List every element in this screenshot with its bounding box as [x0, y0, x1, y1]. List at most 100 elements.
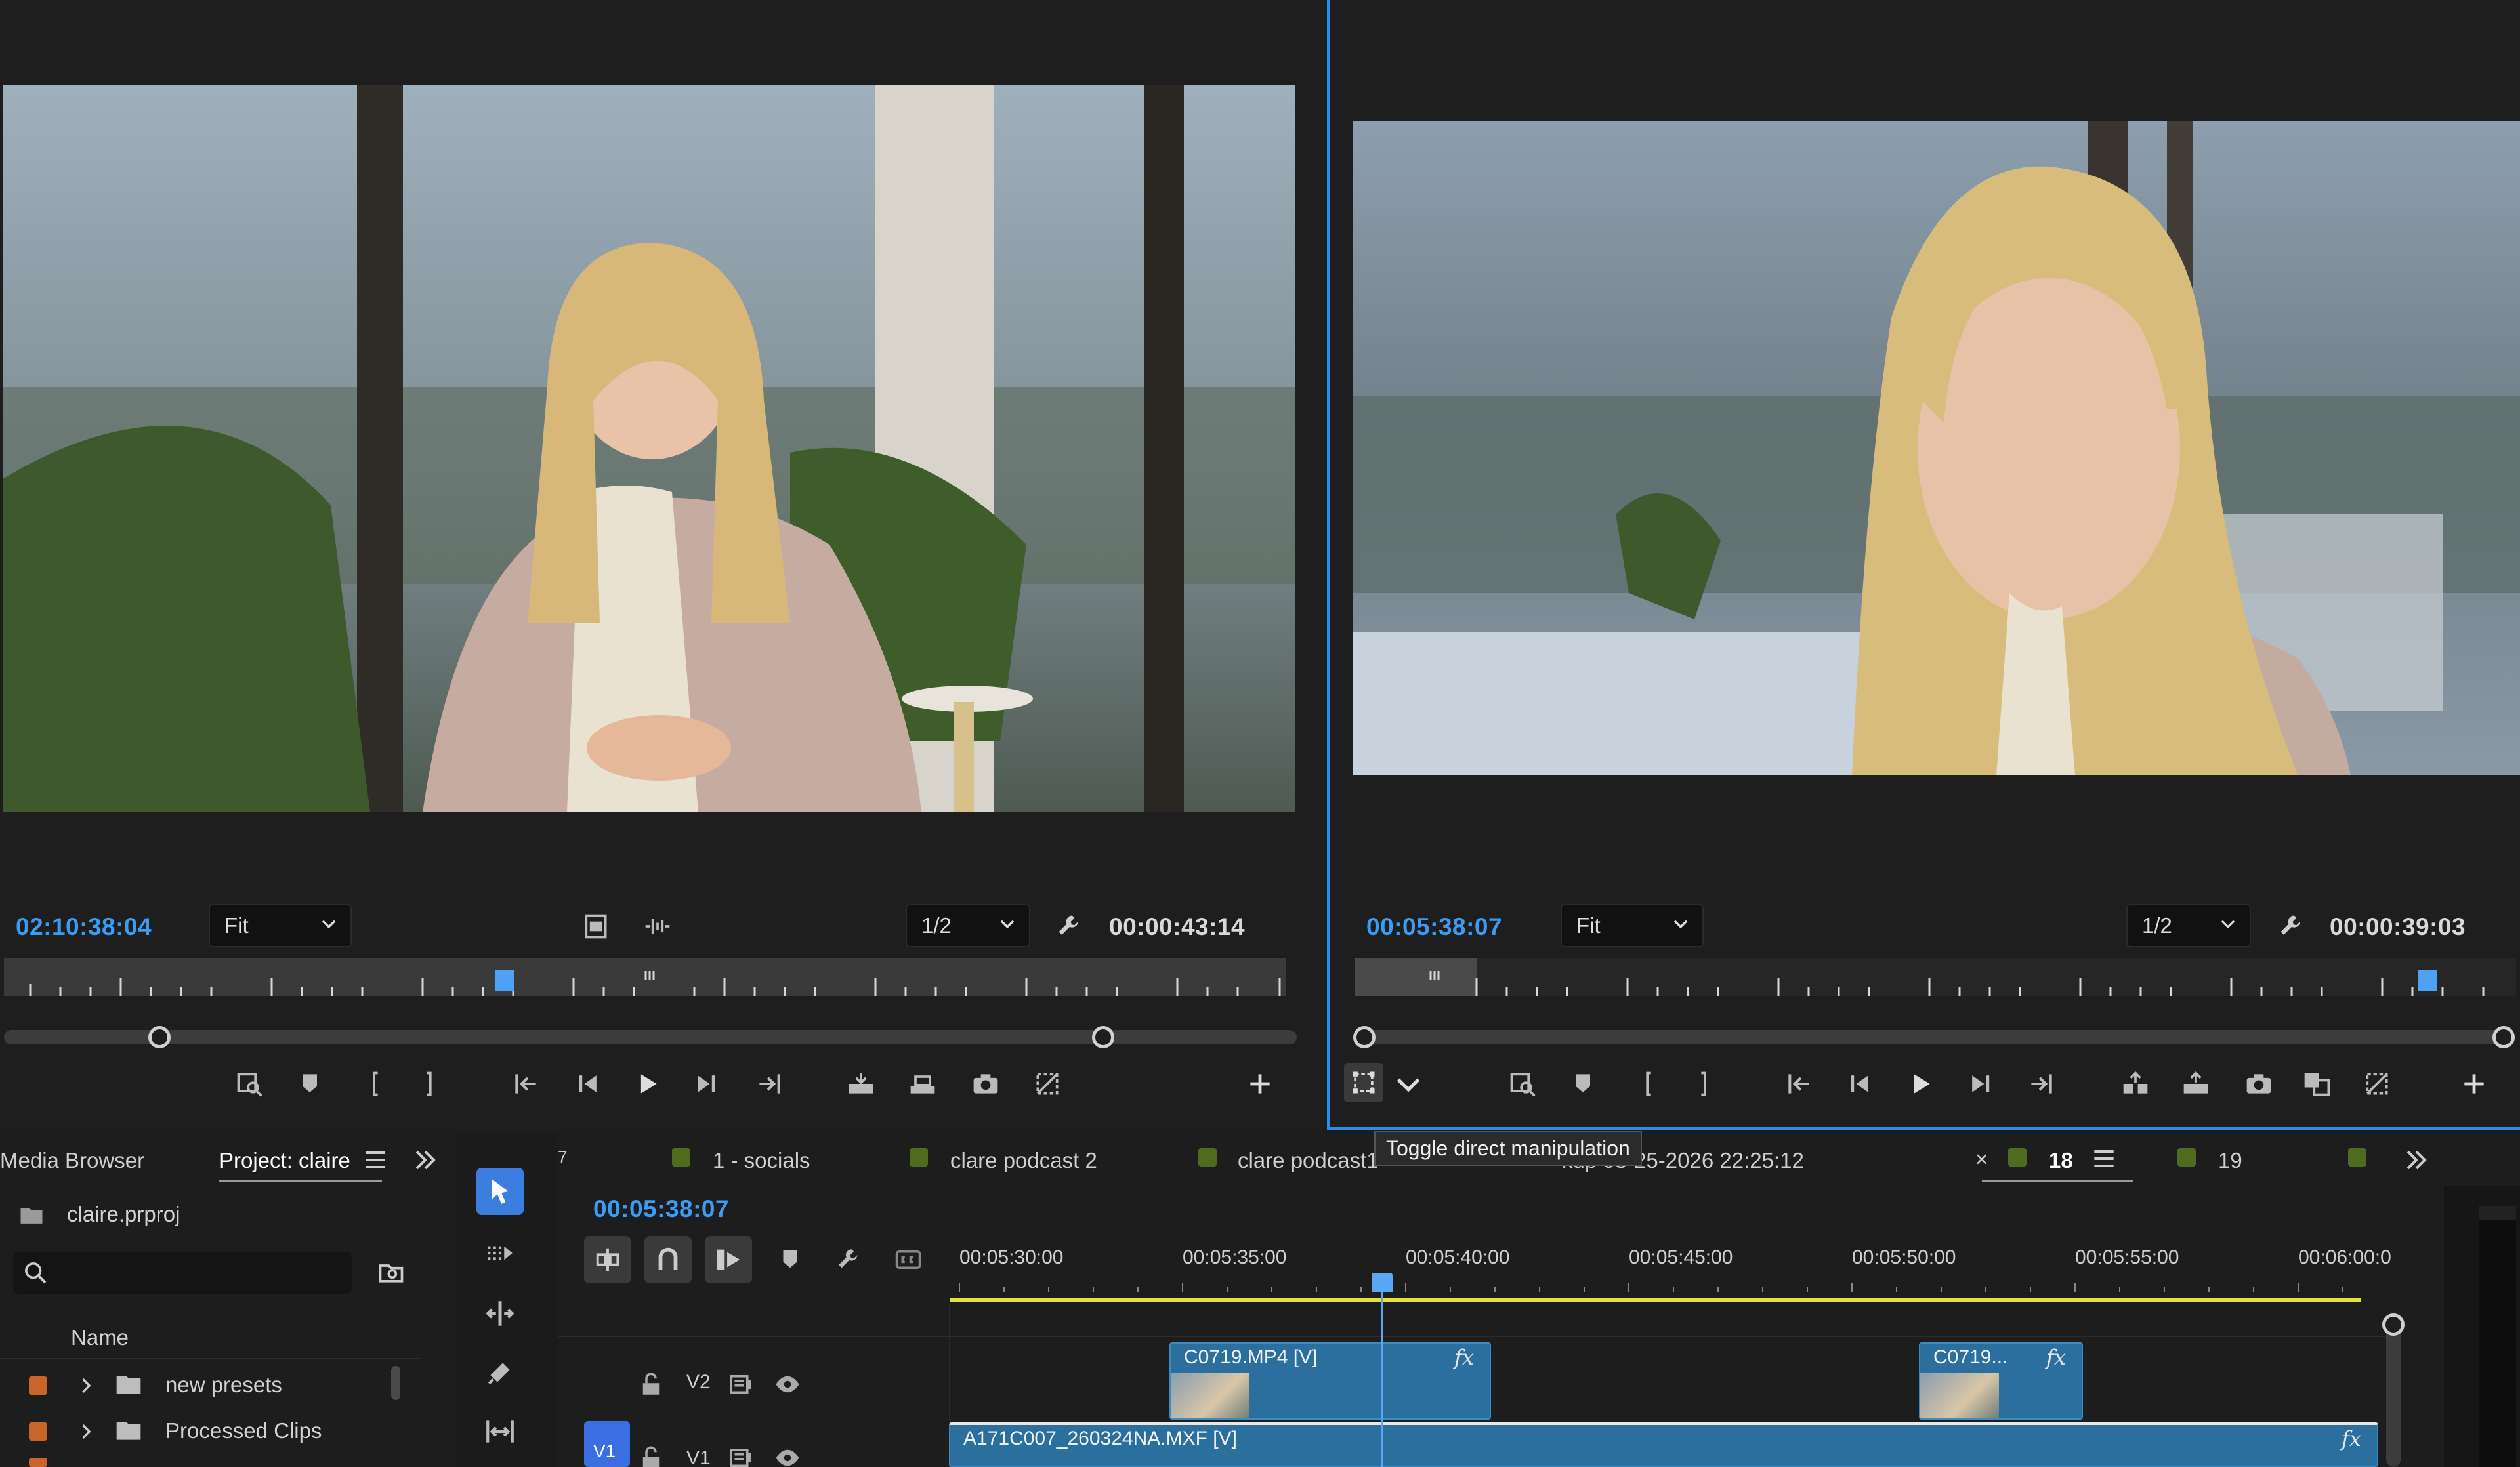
extract-icon[interactable] — [2176, 1064, 2216, 1104]
overwrite-icon[interactable] — [903, 1064, 942, 1104]
lock-icon[interactable] — [631, 1365, 671, 1404]
camera-icon[interactable] — [966, 1064, 1005, 1104]
label-color-swatch[interactable] — [29, 1422, 47, 1441]
timeline-playhead-head[interactable] — [1372, 1273, 1393, 1292]
tab-sequence[interactable]: clare podcast 2 — [950, 1148, 1097, 1173]
source-resolution-dropdown[interactable]: 1/2 — [906, 904, 1030, 947]
add-marker-icon[interactable] — [1563, 1064, 1603, 1104]
clip-v2-b[interactable]: C0719... fx — [1919, 1342, 2083, 1420]
chevron-down-icon[interactable] — [1389, 1064, 1428, 1104]
timeline-scroll-handle[interactable] — [2382, 1313, 2404, 1336]
selection-tool-icon[interactable] — [476, 1168, 524, 1215]
chevron-right-icon[interactable] — [77, 1376, 96, 1395]
linked-selection-icon[interactable] — [705, 1236, 752, 1283]
fx-badge[interactable]: fx — [2342, 1426, 2361, 1451]
ripple-edit-tool-icon[interactable] — [476, 1290, 524, 1337]
snap-icon[interactable] — [644, 1236, 692, 1283]
button-editor-icon[interactable] — [2357, 1064, 2397, 1104]
source-video-frame[interactable] — [3, 85, 1295, 812]
track-label-v2[interactable]: V2 — [686, 1371, 711, 1394]
tab-sequence[interactable]: 19 — [2218, 1148, 2242, 1173]
mark-out-icon[interactable] — [1684, 1064, 1723, 1104]
slip-tool-icon[interactable] — [476, 1408, 524, 1455]
search-input[interactable] — [13, 1252, 352, 1294]
go-to-out-icon[interactable] — [2021, 1064, 2061, 1104]
source-playhead-timecode[interactable]: 02:10:38:04 — [16, 913, 152, 941]
nest-toggle-icon[interactable] — [584, 1236, 631, 1283]
program-zoom-dropdown[interactable]: Fit — [1561, 904, 1704, 947]
tab-sequence[interactable]: 1 - socials — [713, 1148, 810, 1173]
program-playhead-marker[interactable] — [2418, 970, 2437, 991]
go-to-in-icon[interactable] — [507, 1064, 546, 1104]
find-in-bin-icon[interactable] — [371, 1253, 411, 1292]
source-zoom-dropdown[interactable]: Fit — [209, 904, 352, 947]
lock-icon[interactable] — [631, 1438, 671, 1467]
drag-audio-only-icon[interactable] — [638, 907, 677, 946]
tab-sequence-active[interactable]: 18 — [2049, 1148, 2073, 1173]
step-back-icon[interactable] — [1840, 1064, 1880, 1104]
wrench-icon[interactable] — [1050, 907, 1089, 946]
double-chevron-right-icon[interactable] — [2398, 1142, 2435, 1178]
double-chevron-right-icon[interactable] — [407, 1142, 444, 1178]
track-select-tool-icon[interactable] — [476, 1229, 524, 1277]
clip-v1[interactable]: A171C007_260324NA.MXF [V] fx — [949, 1422, 2378, 1467]
captions-icon[interactable] — [889, 1240, 928, 1279]
timeline-ruler[interactable]: 00:05:30:00 00:05:35:00 00:05:40:00 00:0… — [950, 1231, 2391, 1304]
tab-project[interactable]: Project: claire — [219, 1148, 350, 1173]
eye-icon[interactable] — [768, 1365, 807, 1404]
drag-video-only-icon[interactable] — [576, 907, 616, 946]
mark-in-icon[interactable] — [356, 1064, 395, 1104]
step-forward-icon[interactable] — [686, 1064, 726, 1104]
hamburger-menu-icon[interactable] — [357, 1142, 394, 1178]
tab-close-button[interactable]: × — [1975, 1147, 1988, 1172]
wrench-icon[interactable] — [2272, 907, 2311, 946]
export-frame-zoom-icon[interactable] — [1503, 1064, 1542, 1104]
sync-lock-icon[interactable] — [722, 1438, 761, 1467]
go-to-in-icon[interactable] — [1780, 1064, 1819, 1104]
export-frame-zoom-icon[interactable] — [230, 1064, 269, 1104]
go-to-out-icon[interactable] — [749, 1064, 789, 1104]
step-forward-icon[interactable] — [1961, 1064, 2000, 1104]
column-header-name[interactable]: Name — [71, 1325, 129, 1350]
fx-badge[interactable]: fx — [1454, 1345, 1474, 1370]
wrench-icon[interactable] — [830, 1240, 869, 1279]
add-button-icon[interactable] — [2454, 1064, 2494, 1104]
tab-sequence[interactable]: clare podcast1 — [1238, 1148, 1379, 1173]
program-playhead-timecode[interactable]: 00:05:38:07 — [1366, 913, 1502, 941]
comparison-view-icon[interactable] — [2297, 1064, 2336, 1104]
tab-media-browser[interactable]: Media Browser — [0, 1148, 144, 1173]
add-marker-icon[interactable] — [770, 1240, 810, 1279]
clip-v2-a[interactable]: C0719.MP4 [V] fx — [1169, 1342, 1491, 1420]
track-target-v1[interactable]: V1 — [584, 1421, 630, 1467]
list-item[interactable]: new presets — [0, 1363, 420, 1407]
direct-manipulation-icon[interactable] — [1344, 1063, 1383, 1102]
razor-tool-icon[interactable] — [476, 1349, 524, 1396]
insert-icon[interactable] — [841, 1064, 881, 1104]
play-icon[interactable] — [627, 1064, 667, 1104]
lift-icon[interactable] — [2116, 1064, 2155, 1104]
source-zoom-handle-right[interactable] — [1092, 1026, 1114, 1048]
add-button-icon[interactable] — [1240, 1064, 1280, 1104]
program-zoom-handle-right[interactable] — [2492, 1026, 2515, 1048]
program-zoom-handle-left[interactable] — [1353, 1026, 1376, 1048]
eye-icon[interactable] — [768, 1438, 807, 1467]
program-video-frame[interactable] — [1353, 121, 2520, 775]
source-time-ruler[interactable] — [4, 958, 1286, 996]
project-scrollbar[interactable] — [391, 1366, 400, 1400]
mark-out-icon[interactable] — [410, 1064, 449, 1104]
track-label-v1[interactable]: V1 — [686, 1447, 711, 1467]
program-zoom-scrollbar[interactable] — [1366, 1030, 2510, 1044]
play-icon[interactable] — [1900, 1064, 1940, 1104]
program-time-ruler[interactable] — [1354, 958, 2516, 996]
camera-icon[interactable] — [2239, 1064, 2278, 1104]
source-playhead-marker[interactable] — [495, 970, 514, 991]
chevron-right-icon[interactable] — [77, 1422, 96, 1441]
sync-lock-icon[interactable] — [722, 1365, 761, 1404]
fx-badge[interactable]: fx — [2046, 1345, 2066, 1370]
mark-in-icon[interactable] — [1629, 1064, 1668, 1104]
source-zoom-handle-left[interactable] — [148, 1026, 171, 1048]
program-resolution-dropdown[interactable]: 1/2 — [2126, 904, 2251, 947]
list-item[interactable]: Processed Clips — [0, 1409, 420, 1453]
timeline-playhead-line[interactable] — [1381, 1290, 1383, 1467]
button-editor-icon[interactable] — [1028, 1064, 1067, 1104]
